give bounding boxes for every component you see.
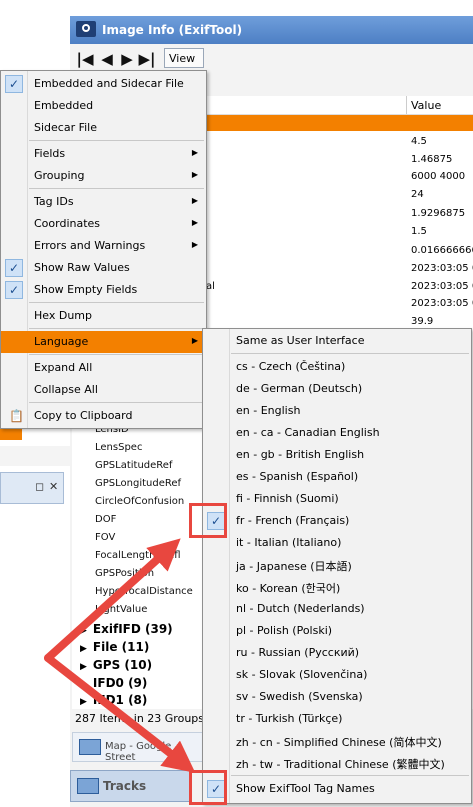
annotation-arrows [44,538,196,773]
arrow-to-french [44,538,181,662]
arrow-to-tag-names [44,654,196,773]
